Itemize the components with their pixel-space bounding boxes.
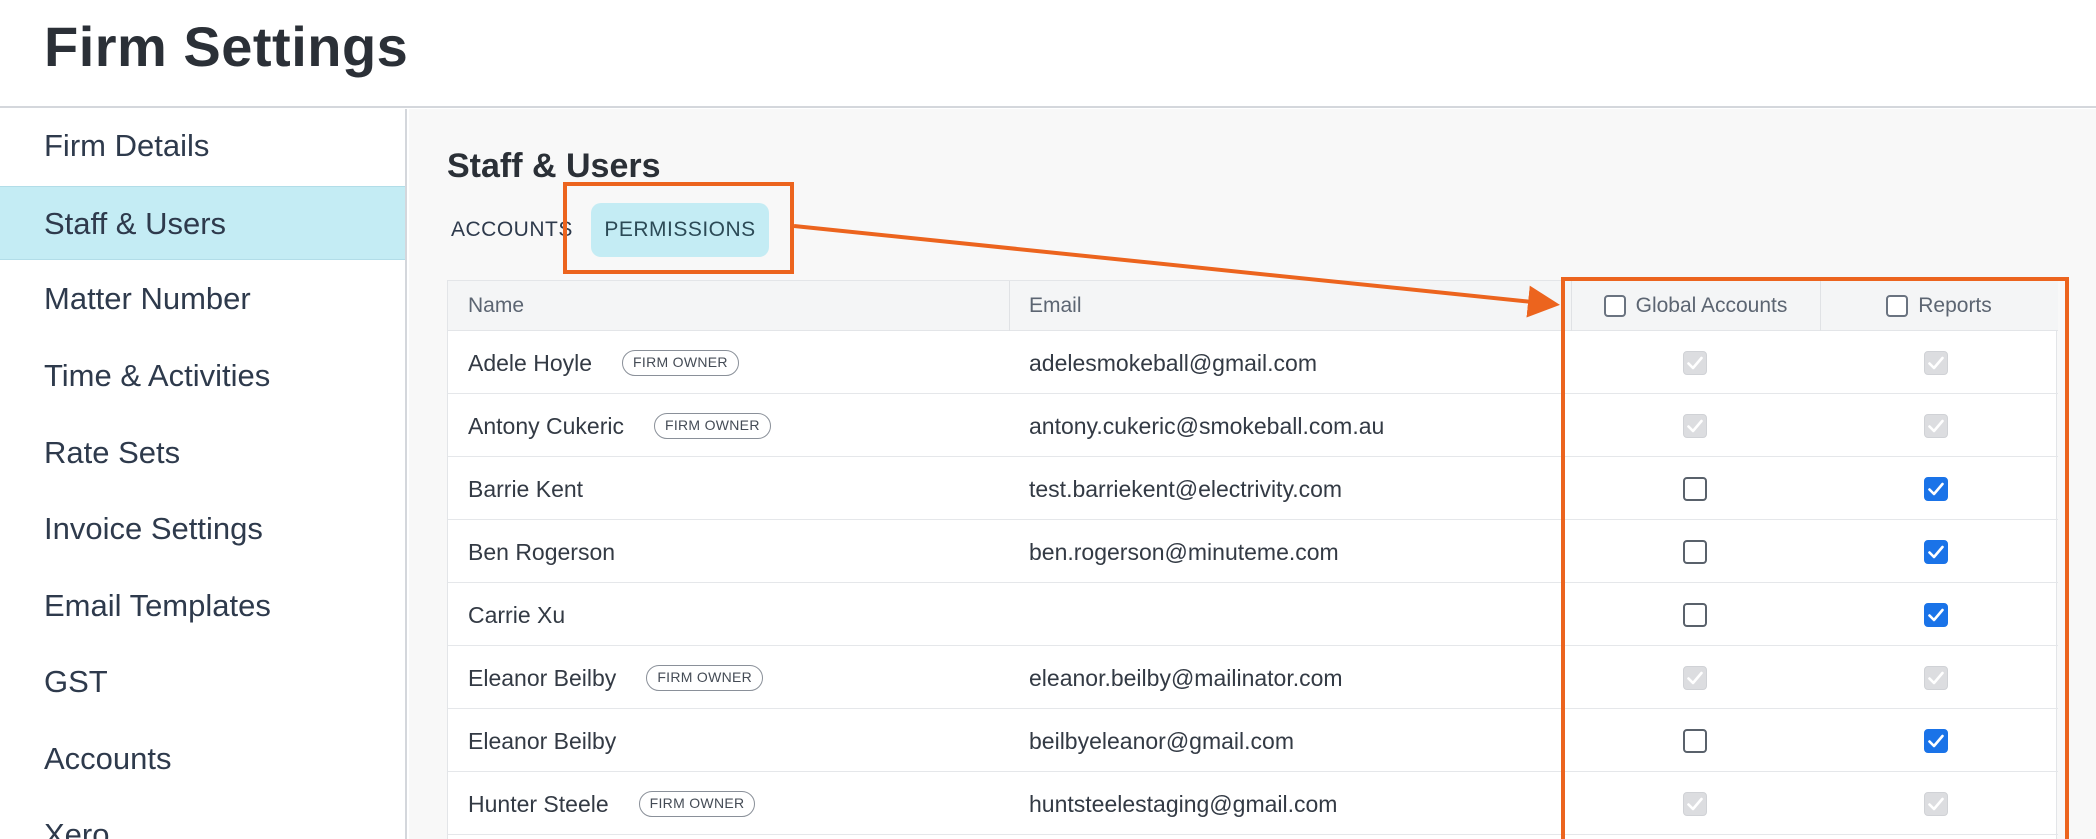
row-name-cell: Antony Cukeric FIRM OWNER bbox=[468, 395, 771, 457]
table-row: Hunter Steele FIRM OWNER huntsteelestaging… bbox=[448, 773, 2058, 835]
sidebar-item-invoice-settings[interactable]: Invoice Settings bbox=[0, 492, 405, 566]
global-accounts-checkbox bbox=[1683, 666, 1707, 690]
row-name-cell: Eleanor Beilby bbox=[468, 710, 616, 772]
reports-checkbox[interactable] bbox=[1924, 603, 1948, 627]
reports-checkbox[interactable] bbox=[1924, 729, 1948, 753]
checkmark-icon bbox=[1928, 671, 1944, 685]
app-header: Firm Settings bbox=[0, 0, 2096, 108]
row-name: Eleanor Beilby bbox=[468, 665, 617, 691]
sidebar-item-email-templates[interactable]: Email Templates bbox=[0, 569, 405, 643]
column-header-email[interactable]: Email bbox=[1029, 281, 1082, 331]
column-header-global-accounts: Global Accounts bbox=[1571, 281, 1820, 331]
firm-owner-badge: FIRM OWNER bbox=[622, 349, 739, 376]
table-row: Eleanor Beilby FIRM OWNER eleanor.beilby@m… bbox=[448, 647, 2058, 709]
firm-owner-badge: FIRM OWNER bbox=[653, 412, 771, 439]
global-accounts-checkbox[interactable] bbox=[1683, 540, 1707, 564]
checkmark-icon bbox=[1928, 608, 1944, 622]
global-accounts-checkbox bbox=[1683, 792, 1707, 816]
row-name: Ben Rogerson bbox=[468, 539, 616, 565]
sidebar: Firm Details Staff & Users Matter Number… bbox=[0, 109, 407, 839]
column-header-reports-label: Reports bbox=[1918, 294, 1992, 317]
table-row: Carrie Xu bbox=[448, 584, 2058, 646]
column-header-global-accounts-label: Global Accounts bbox=[1635, 294, 1788, 317]
row-name-cell: Hunter Steele FIRM OWNER bbox=[468, 773, 756, 835]
row-email: antony.cukeric@smokeball.com.au bbox=[1029, 413, 1385, 439]
row-name-cell: Adele Hoyle FIRM OWNER bbox=[468, 332, 739, 394]
row-email: adelesmokeball@gmail.com bbox=[1029, 350, 1317, 376]
global-accounts-checkbox[interactable] bbox=[1683, 477, 1707, 501]
main-content: Staff & Users ACCOUNTS PERMISSIONS Name … bbox=[409, 109, 2096, 839]
checkmark-icon bbox=[1928, 734, 1944, 748]
row-email: beilbyeleanor@gmail.com bbox=[1029, 728, 1294, 754]
sidebar-item-accounts[interactable]: Accounts bbox=[0, 722, 405, 796]
section-title: Staff & Users bbox=[447, 147, 661, 185]
sidebar-item-gst[interactable]: GST bbox=[0, 645, 405, 719]
row-name-cell: Barrie Kent bbox=[468, 458, 583, 520]
global-accounts-checkbox bbox=[1683, 351, 1707, 375]
global-accounts-checkbox[interactable] bbox=[1683, 729, 1707, 753]
checkmark-icon bbox=[1928, 356, 1944, 370]
row-email: huntsteelestaging@gmail.com bbox=[1029, 791, 1338, 817]
reports-checkbox bbox=[1924, 414, 1948, 438]
global-accounts-checkbox bbox=[1683, 414, 1707, 438]
page-title: Firm Settings bbox=[44, 15, 409, 78]
row-email: ben.rogerson@minuteme.com bbox=[1029, 539, 1339, 565]
permissions-table: Name Email Global Accounts Reports Adele… bbox=[447, 280, 2058, 839]
row-name-cell: Carrie Xu bbox=[468, 584, 565, 646]
row-name: Barrie Kent bbox=[468, 476, 584, 502]
table-row: Ben Rogerson ben.rogerson@minuteme.com bbox=[448, 521, 2058, 583]
row-email: test.barriekent@electrivity.com bbox=[1029, 476, 1343, 502]
firm-owner-badge: FIRM OWNER bbox=[638, 790, 756, 817]
column-header-name[interactable]: Name bbox=[468, 281, 524, 331]
checkmark-icon bbox=[1687, 671, 1703, 685]
checkmark-icon bbox=[1928, 797, 1944, 811]
table-row: Eleanor Beilby beilbyeleanor@gmail.com bbox=[448, 710, 2058, 772]
tab-accounts[interactable]: ACCOUNTS bbox=[451, 203, 573, 257]
reports-checkbox bbox=[1924, 666, 1948, 690]
checkmark-icon bbox=[1928, 545, 1944, 559]
column-divider bbox=[1009, 281, 1010, 331]
tab-permissions[interactable]: PERMISSIONS bbox=[591, 203, 769, 257]
column-header-reports: Reports bbox=[1820, 281, 2058, 331]
checkmark-icon bbox=[1687, 797, 1703, 811]
select-all-global-accounts-checkbox[interactable] bbox=[1603, 295, 1626, 317]
sidebar-item-matter-number[interactable]: Matter Number bbox=[0, 262, 405, 336]
global-accounts-checkbox[interactable] bbox=[1683, 603, 1707, 627]
row-name-cell: Ben Rogerson bbox=[468, 521, 615, 583]
reports-checkbox[interactable] bbox=[1924, 540, 1948, 564]
row-name-cell: Eleanor Beilby FIRM OWNER bbox=[468, 647, 764, 709]
row-name: Antony Cukeric bbox=[468, 413, 624, 439]
row-name: Hunter Steele bbox=[468, 791, 609, 817]
reports-checkbox bbox=[1924, 351, 1948, 375]
table-row: Antony Cukeric FIRM OWNER antony.cukeric@s… bbox=[448, 395, 2058, 457]
sidebar-item-rate-sets[interactable]: Rate Sets bbox=[0, 416, 405, 490]
table-row: Adele Hoyle FIRM OWNER adelesmokeball@gmai… bbox=[448, 332, 2058, 394]
reports-checkbox bbox=[1924, 792, 1948, 816]
table-row: Barrie Kent test.barriekent@electrivity.c… bbox=[448, 458, 2058, 520]
firm-owner-badge: FIRM OWNER bbox=[646, 664, 764, 691]
sidebar-item-firm-details[interactable]: Firm Details bbox=[0, 109, 405, 183]
checkmark-icon bbox=[1687, 356, 1703, 370]
sidebar-item-xero[interactable]: Xero bbox=[0, 798, 405, 839]
sidebar-item-time-activities[interactable]: Time & Activities bbox=[0, 339, 405, 413]
checkmark-icon bbox=[1928, 482, 1944, 496]
reports-checkbox[interactable] bbox=[1924, 477, 1948, 501]
checkmark-icon bbox=[1687, 419, 1703, 433]
sidebar-item-staff-users[interactable]: Staff & Users bbox=[0, 186, 405, 260]
row-email: eleanor.beilby@mailinator.com bbox=[1029, 665, 1343, 691]
checkmark-icon bbox=[1928, 419, 1944, 433]
select-all-reports-checkbox[interactable] bbox=[1886, 295, 1909, 317]
row-name: Eleanor Beilby bbox=[468, 728, 617, 754]
table-header: Name Email Global Accounts Reports bbox=[448, 281, 2058, 331]
row-name: Adele Hoyle bbox=[468, 350, 593, 376]
row-name: Carrie Xu bbox=[468, 602, 566, 628]
